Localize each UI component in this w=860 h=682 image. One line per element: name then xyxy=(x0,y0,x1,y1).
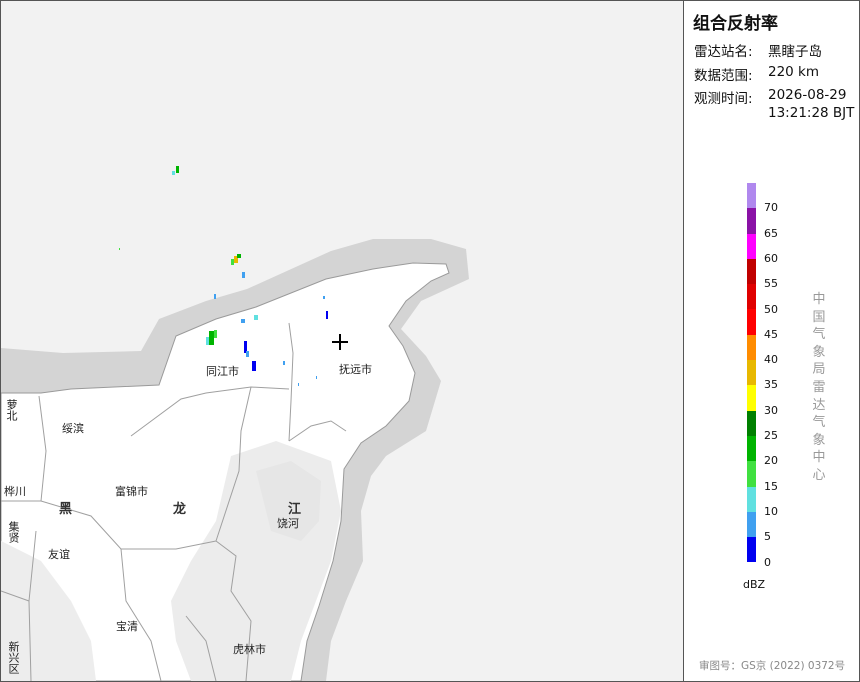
radar-station-marker xyxy=(332,334,348,350)
time-label: 观测时间: xyxy=(694,91,753,107)
county-label-luobei: 萝北 xyxy=(5,399,18,421)
product-title: 组合反射率 xyxy=(693,14,778,34)
legend-swatch xyxy=(747,208,756,234)
range-row: 数据范围: 220 km xyxy=(694,64,819,84)
legend-tick-label: 30 xyxy=(764,403,778,417)
county-label-jixian: 集贤 xyxy=(7,521,20,543)
station-value: 黑瞎子岛 xyxy=(768,44,822,60)
province-label-char-2: 龙 xyxy=(173,502,188,517)
legend-tick-label: 0 xyxy=(764,555,771,569)
station-label: 雷达站名: xyxy=(694,44,753,60)
time-clock: 13:21:28 BJT xyxy=(768,105,855,121)
legend-unit: dBZ xyxy=(743,578,766,591)
legend-tick-label: 20 xyxy=(764,454,778,468)
legend-tick-label: 10 xyxy=(764,504,778,518)
legend-tick-label: 55 xyxy=(764,277,778,291)
city-label-fuyuan: 抚远市 xyxy=(339,363,372,376)
legend-swatch xyxy=(747,233,756,259)
info-panel: 组合反射率 雷达站名: 黑瞎子岛 数据范围: 220 km 观测时间: 2026… xyxy=(684,1,859,681)
legend-tick-label: 25 xyxy=(764,429,778,442)
legend-swatch xyxy=(747,284,756,310)
legend-tick-label: 70 xyxy=(764,201,778,215)
legend-swatch xyxy=(747,511,756,538)
city-label-fujin: 富锦市 xyxy=(115,485,148,498)
legend-swatch xyxy=(747,334,756,361)
district-label-xingxing: 新兴区 xyxy=(7,641,20,674)
range-label: 数据范围: xyxy=(694,68,753,84)
legend-swatch xyxy=(747,360,756,386)
station-row: 雷达站名: 黑瞎子岛 xyxy=(694,40,822,60)
province-label-char-3: 江 xyxy=(288,502,303,517)
county-label-baoqing: 宝清 xyxy=(116,620,138,633)
legend-swatch xyxy=(747,385,756,411)
county-label-huachuan: 桦川 xyxy=(4,485,26,498)
time-row: 观测时间: 2026-08-29 13:21:28 BJT xyxy=(694,87,854,121)
color-legend-bar xyxy=(747,183,756,563)
county-label-suibin: 绥滨 xyxy=(62,422,84,435)
legend-tick-label: 45 xyxy=(764,327,778,341)
legend-swatch xyxy=(747,537,756,563)
county-label-raohe: 饶河 xyxy=(277,517,299,530)
legend-swatch xyxy=(747,486,756,512)
map-approval-number: 审图号：GS京 (2022) 0372号 xyxy=(699,660,846,672)
legend-swatch xyxy=(747,183,756,209)
radar-product-window: 同江市 抚远市 绥滨 富锦市 饶河 友谊 宝清 虎林市 桦川 萝北 集贤 新兴区… xyxy=(0,0,860,682)
county-label-youyi: 友谊 xyxy=(48,548,70,561)
range-value: 220 km xyxy=(768,64,820,80)
legend-tick-label: 15 xyxy=(764,479,778,493)
legend-tick-label: 5 xyxy=(764,530,771,544)
legend-tick-label: 40 xyxy=(764,353,778,367)
legend-swatch xyxy=(747,461,756,487)
province-label-char-1: 黑 xyxy=(59,502,74,517)
legend-swatch xyxy=(747,410,756,436)
agency-name: 中国气象局雷达气象中心 xyxy=(812,292,826,483)
legend-tick-label: 35 xyxy=(764,378,778,392)
time-date: 2026-08-29 xyxy=(768,87,847,103)
legend-swatch xyxy=(747,258,756,285)
city-label-tongjiang: 同江市 xyxy=(206,365,239,378)
legend-tick-label: 65 xyxy=(764,226,778,240)
city-label-hulin: 虎林市 xyxy=(233,643,266,656)
legend-swatch xyxy=(747,309,756,335)
legend-tick-label: 50 xyxy=(764,302,778,316)
radar-map[interactable]: 同江市 抚远市 绥滨 富锦市 饶河 友谊 宝清 虎林市 桦川 萝北 集贤 新兴区… xyxy=(1,1,684,681)
legend-swatch xyxy=(747,435,756,462)
legend-tick-label: 60 xyxy=(764,251,778,265)
